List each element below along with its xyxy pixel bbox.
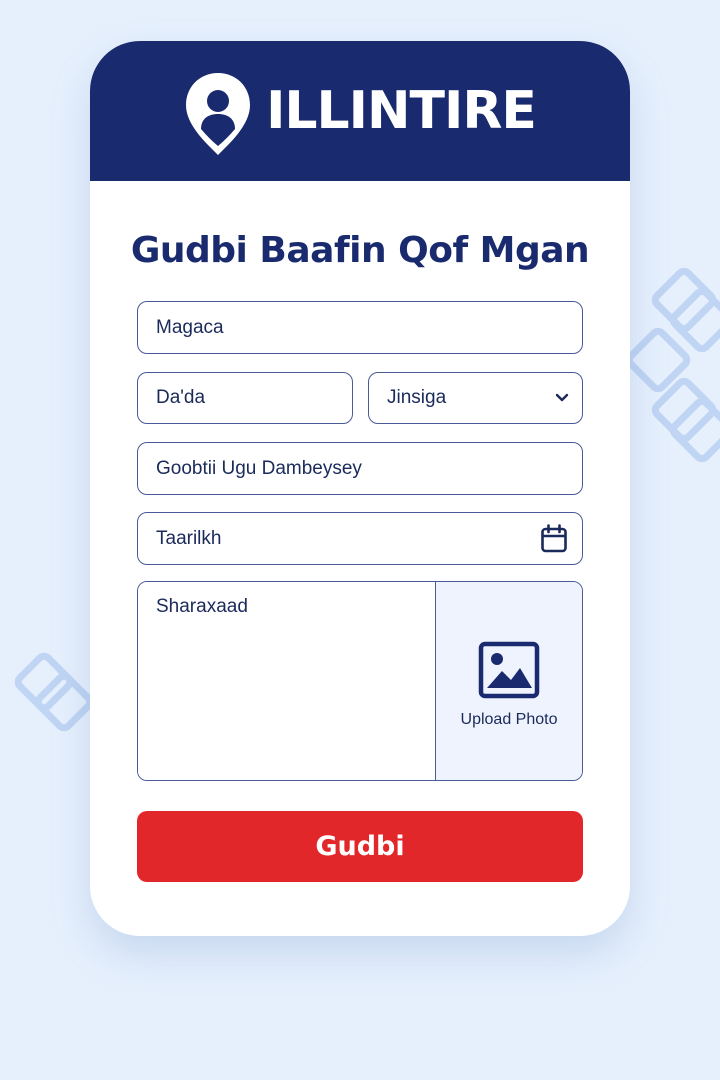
app-header: ILLINTIRE [90, 41, 630, 181]
description-and-photo-section: Sharaxaad Upload Photo [137, 581, 583, 781]
submit-button[interactable]: Gudbi [137, 811, 583, 882]
brand-logo: ILLINTIRE [184, 65, 537, 157]
name-placeholder: Magaca [156, 316, 224, 338]
gender-select-value: Jinsiga [387, 387, 447, 408]
age-field[interactable]: Da'da [137, 372, 353, 424]
form-title: Gudbi Baafin Qof Mgan [130, 230, 590, 271]
date-field[interactable]: Taarilkh [137, 512, 583, 565]
image-icon [478, 641, 540, 699]
missing-person-report-card: ILLINTIRE Gudbi Baafin Qof Mgan Magaca D… [90, 41, 630, 936]
age-placeholder: Da'da [156, 387, 206, 408]
gender-select[interactable]: Jinsiga [368, 372, 583, 424]
upload-photo-button[interactable]: Upload Photo [435, 582, 582, 780]
last-seen-placeholder: Goobtii Ugu Dambeysey [156, 457, 362, 479]
decorative-pattern-right [625, 267, 720, 463]
brand-name: ILLINTIRE [266, 81, 537, 141]
date-placeholder: Taarilkh [156, 527, 222, 549]
location-pin-person-icon [186, 73, 251, 155]
description-placeholder: Sharaxaad [156, 596, 248, 617]
name-field[interactable]: Magaca [137, 301, 583, 354]
last-seen-location-field[interactable]: Goobtii Ugu Dambeysey [137, 442, 583, 495]
calendar-icon[interactable] [540, 523, 568, 554]
chevron-down-icon [555, 393, 569, 402]
decorative-pattern-left [14, 652, 94, 732]
description-textarea[interactable]: Sharaxaad [138, 582, 435, 780]
upload-photo-label: Upload Photo [460, 711, 558, 728]
